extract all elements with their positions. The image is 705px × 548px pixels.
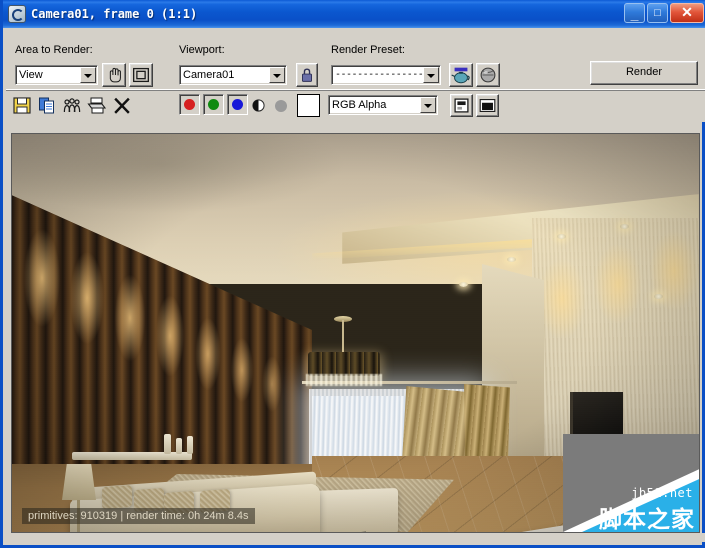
render-preset-label: Render Preset: [331, 44, 405, 56]
render-frame-icon [8, 5, 26, 23]
watermark-brand-label: 脚本之家 [599, 507, 695, 532]
minimize-button[interactable]: _ [624, 3, 645, 23]
throw-pillow [102, 484, 132, 510]
downlight [459, 282, 468, 287]
shelf-ornament [176, 438, 182, 454]
window-controls: _ □ ✕ [624, 3, 704, 23]
display-alpha-button[interactable] [476, 94, 499, 117]
render-preset-dropdown[interactable]: ------------------------- [331, 65, 441, 85]
red-channel-icon [184, 99, 195, 110]
chandelier-crystals [306, 374, 382, 386]
toolbar-panel: Area to Render: View Viewport: Camera01 … [6, 28, 705, 122]
table-lamp-shade [62, 464, 96, 500]
window-title: Camera01, frame 0 (1:1) [31, 7, 198, 21]
display-alpha-icon [479, 99, 496, 112]
channel-display-value: RGB Alpha [332, 99, 387, 111]
clone-frame-button[interactable] [61, 94, 83, 117]
watermark: jb51.net 脚本之家 [563, 434, 699, 532]
region-select-button[interactable] [129, 63, 153, 87]
shelf-ornament [187, 436, 193, 454]
maximize-icon: □ [654, 7, 661, 19]
close-icon: ✕ [681, 4, 693, 20]
pan-region-button[interactable] [102, 63, 126, 87]
shelf-ornament [164, 434, 171, 454]
copy-bitmap-button[interactable] [36, 94, 58, 117]
save-bitmap-icon [13, 97, 31, 114]
clear-bitmap-icon [114, 97, 130, 114]
background-color-swatch[interactable] [297, 94, 320, 117]
render-setup-teapot-icon [451, 67, 470, 84]
copy-bitmap-icon [39, 97, 54, 114]
green-channel-toggle[interactable] [203, 94, 224, 115]
toggle-ui-icon [454, 98, 469, 113]
display-shelf [72, 452, 192, 460]
window-frame: Camera01, frame 0 (1:1) _ □ ✕ Area to Re… [0, 0, 705, 548]
area-to-render-dropdown[interactable]: View [15, 65, 98, 85]
red-channel-toggle[interactable] [179, 94, 200, 115]
maximize-button[interactable]: □ [647, 3, 668, 23]
downlight [620, 224, 629, 229]
render-options-row: Area to Render: View Viewport: Camera01 … [6, 28, 705, 114]
region-select-icon [133, 67, 149, 83]
chevron-down-icon[interactable] [269, 67, 285, 83]
viewport-value: Camera01 [183, 69, 235, 81]
viewport-dropdown[interactable]: Camera01 [179, 65, 287, 85]
blue-channel-toggle[interactable] [227, 94, 248, 115]
print-bitmap-icon [87, 97, 107, 114]
downlight [507, 257, 516, 262]
environment-sphere-icon [480, 67, 496, 83]
chevron-down-icon[interactable] [420, 97, 436, 113]
watermark-site-label: jb51.net [631, 486, 693, 500]
area-to-render-label: Area to Render: [15, 44, 93, 56]
minimize-icon: _ [630, 6, 639, 22]
render-frame-window: Camera01, frame 0 (1:1) _ □ ✕ Area to Re… [0, 0, 705, 548]
image-toolbar: RGB Alpha [6, 89, 705, 122]
chevron-down-icon[interactable] [423, 67, 439, 83]
environment-button[interactable] [476, 63, 500, 87]
wall-wash-scallops [532, 229, 699, 419]
title-bar[interactable]: Camera01, frame 0 (1:1) _ □ ✕ [3, 0, 705, 28]
toggle-ui-button[interactable] [450, 94, 473, 117]
render-button[interactable]: Render [590, 61, 698, 85]
hand-pan-icon [109, 67, 121, 83]
channel-display-dropdown[interactable]: RGB Alpha [328, 95, 438, 115]
chandelier-stem [342, 320, 344, 354]
area-to-render-value: View [19, 69, 43, 81]
clear-bitmap-button[interactable] [111, 94, 133, 117]
chandelier-shades [308, 352, 380, 376]
render-scene: primitives: 910319 | render time: 0h 24m… [12, 134, 699, 532]
save-bitmap-button[interactable] [11, 94, 33, 117]
render-status-text: primitives: 910319 | render time: 0h 24m… [22, 508, 255, 524]
lock-viewport-button[interactable] [296, 63, 318, 87]
downlight [557, 234, 566, 239]
close-button[interactable]: ✕ [670, 3, 704, 23]
blue-channel-icon [232, 99, 243, 110]
mono-channel-icon [252, 99, 265, 112]
viewport-label: Viewport: [179, 44, 225, 56]
alpha-channel-toggle[interactable] [275, 100, 287, 112]
clone-rendered-frame-icon [63, 98, 81, 113]
downlight [654, 294, 663, 299]
green-channel-icon [208, 99, 219, 110]
lock-viewport-icon [302, 68, 312, 82]
render-setup-button[interactable] [449, 63, 473, 87]
rendered-image-view[interactable]: primitives: 910319 | render time: 0h 24m… [11, 133, 700, 533]
chevron-down-icon[interactable] [80, 67, 96, 83]
window-bottom-strip [6, 533, 705, 542]
print-bitmap-button[interactable] [86, 94, 108, 117]
mono-channel-toggle[interactable] [252, 99, 265, 117]
